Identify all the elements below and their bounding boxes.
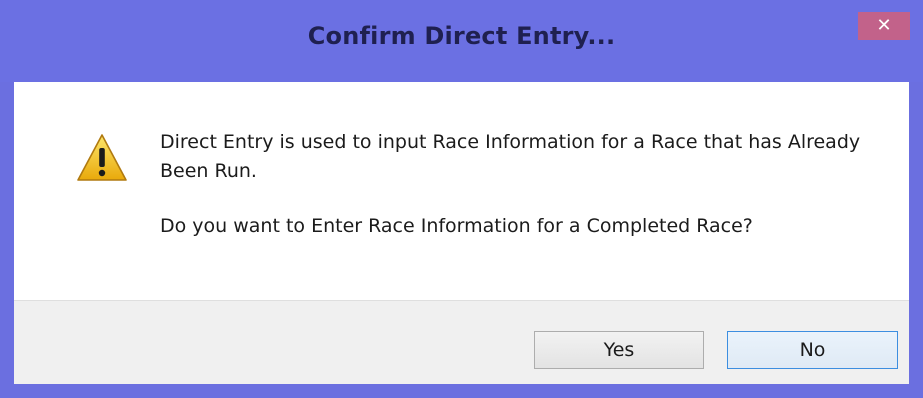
yes-button[interactable]: Yes bbox=[534, 331, 704, 369]
message-body: Direct Entry is used to input Race Infor… bbox=[160, 131, 861, 182]
confirm-dialog: Confirm Direct Entry... ✕ Direct Entry i… bbox=[0, 0, 923, 398]
button-bar: Yes No bbox=[14, 300, 909, 384]
close-button[interactable]: ✕ bbox=[858, 12, 910, 40]
warning-icon bbox=[77, 134, 127, 181]
close-icon: ✕ bbox=[876, 15, 892, 36]
dialog-body: Direct Entry is used to input Race Infor… bbox=[14, 82, 909, 384]
message-text: Direct Entry is used to input Race Infor… bbox=[160, 128, 880, 241]
dialog-title: Confirm Direct Entry... bbox=[307, 22, 616, 50]
message-question: Do you want to Enter Race Information fo… bbox=[160, 215, 753, 237]
title-bar[interactable]: Confirm Direct Entry... ✕ bbox=[0, 0, 923, 82]
message-area: Direct Entry is used to input Race Infor… bbox=[14, 82, 909, 300]
no-button[interactable]: No bbox=[727, 331, 898, 369]
